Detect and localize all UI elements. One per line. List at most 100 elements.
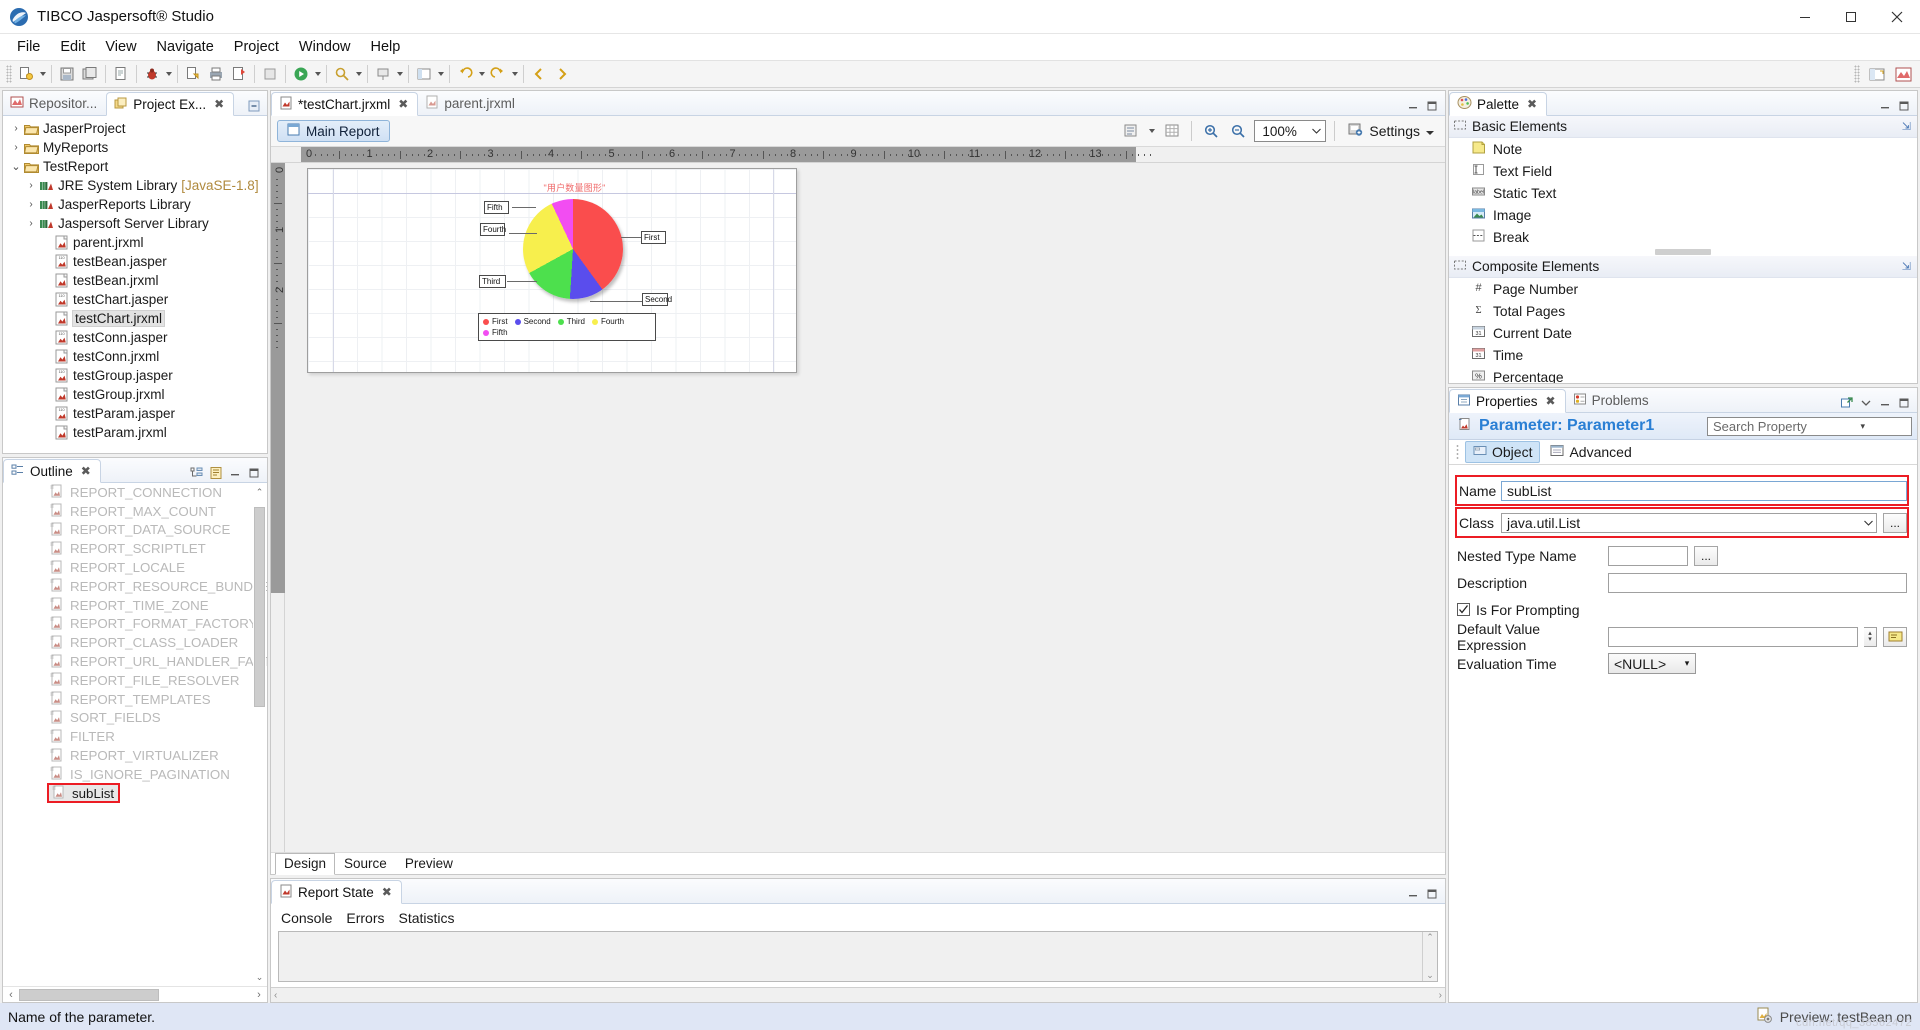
default-value-input[interactable] — [1608, 626, 1858, 647]
tabs-grip[interactable] — [1456, 444, 1459, 460]
tree-item-jaspersoft-server-library[interactable]: › Jaspersoft Server Library — [3, 214, 267, 233]
tab-parent-jrxml[interactable]: parent.jrxml — [418, 91, 524, 115]
palette-item-text-field[interactable]: Text Field — [1449, 160, 1917, 182]
tree-item-testgroup-jrxml[interactable]: testGroup.jrxml — [3, 385, 267, 404]
perspective-dropdown-caret[interactable] — [436, 63, 445, 85]
expand-arrow-icon[interactable]: ⌄ — [9, 160, 23, 173]
subtab-console[interactable]: Console — [281, 910, 332, 926]
outline-item-report_class_loader[interactable]: REPORT_CLASS_LOADER — [3, 633, 267, 652]
toolbar-grip[interactable] — [6, 65, 12, 83]
outline-item-report_file_resolver[interactable]: REPORT_FILE_RESOLVER — [3, 671, 267, 690]
chevron-down-icon[interactable]: ▾ — [1810, 421, 1912, 432]
outline-item-report_format_factory[interactable]: REPORT_FORMAT_FACTORY — [3, 615, 267, 634]
search-dropdown-caret[interactable] — [354, 63, 363, 85]
close-button[interactable] — [1874, 0, 1920, 34]
tree-item-testconn-jrxml[interactable]: testConn.jrxml — [3, 347, 267, 366]
scroll-left-icon[interactable]: ‹ — [274, 990, 277, 1001]
close-icon[interactable]: ✖ — [81, 464, 91, 478]
close-icon[interactable]: ✖ — [1527, 97, 1537, 111]
new-dropdown-caret[interactable] — [38, 63, 47, 85]
scroll-left-icon[interactable]: ‹ — [3, 989, 19, 1001]
maximize-icon[interactable] — [1424, 886, 1440, 901]
console-vertical-scrollbar[interactable]: ⌃ ⌄ — [1422, 932, 1437, 981]
tree-item-testbean-jasper[interactable]: 110 testBean.jasper — [3, 252, 267, 271]
tab-report-state[interactable]: Report State ✖ — [271, 880, 402, 904]
subtab-errors[interactable]: Errors — [346, 910, 384, 926]
outline-item-report_data_source[interactable]: REPORT_DATA_SOURCE — [3, 521, 267, 540]
tab-object[interactable]: Object — [1465, 441, 1541, 463]
minimize-icon[interactable] — [1877, 395, 1893, 410]
default-value-expression-editor-button[interactable] — [1883, 626, 1907, 647]
palette-item-time[interactable]: 31 Time — [1449, 344, 1917, 366]
outline-item-report_max_count[interactable]: REPORT_MAX_COUNT — [3, 502, 267, 521]
grid-icon[interactable] — [1161, 120, 1183, 142]
scroll-down-icon[interactable]: ⌄ — [253, 970, 266, 984]
redo-icon[interactable] — [487, 63, 509, 85]
palette-item-total-pages[interactable]: Σ Total Pages — [1449, 300, 1917, 322]
perspective-icon[interactable] — [413, 63, 435, 85]
class-combobox[interactable]: java.util.List — [1501, 512, 1877, 533]
maximize-icon[interactable] — [246, 465, 262, 480]
palette-item-note[interactable]: Note — [1449, 138, 1917, 160]
pin-dropdown-caret[interactable] — [395, 63, 404, 85]
tree-item-testparam-jasper[interactable]: 110 testParam.jasper — [3, 404, 267, 423]
outline-item-sort_fields[interactable]: SORT_FIELDS — [3, 709, 267, 728]
toolbar-right-grip[interactable] — [1854, 65, 1860, 83]
palette-body[interactable]: Basic Elements ⇲ Note Text Field label S… — [1449, 116, 1917, 383]
chevron-down-icon[interactable] — [1860, 520, 1876, 526]
forward-nav-icon[interactable] — [551, 63, 573, 85]
menu-project[interactable]: Project — [225, 36, 288, 58]
minimize-icon[interactable] — [1877, 98, 1893, 113]
evaluation-time-combobox[interactable]: <NULL> ▾ — [1608, 653, 1696, 674]
search-property-field[interactable]: Search Property ▾ — [1707, 416, 1912, 436]
close-icon[interactable]: ✖ — [1546, 394, 1556, 408]
tab-source[interactable]: Source — [335, 853, 396, 874]
tree-item-myreports[interactable]: › MyReports — [3, 138, 267, 157]
outline-item-report_scriptlet[interactable]: REPORT_SCRIPTLET — [3, 539, 267, 558]
palette-item-image[interactable]: Image — [1449, 204, 1917, 226]
close-icon[interactable]: ✖ — [398, 97, 408, 111]
tree-item-testbean-jrxml[interactable]: testBean.jrxml — [3, 271, 267, 290]
redo-dropdown-caret[interactable] — [510, 63, 519, 85]
hscroll-track[interactable] — [19, 988, 251, 1001]
stop-icon[interactable] — [259, 63, 281, 85]
outline-item-report_time_zone[interactable]: REPORT_TIME_ZONE — [3, 596, 267, 615]
main-report-button[interactable]: Main Report — [277, 120, 390, 142]
maximize-button[interactable] — [1828, 0, 1874, 34]
outline-item-filter[interactable]: FILTER — [3, 727, 267, 746]
menu-edit[interactable]: Edit — [51, 36, 94, 58]
outline-horizontal-scrollbar[interactable]: ‹ › — [3, 986, 267, 1002]
console-output-area[interactable]: ⌃ ⌄ — [278, 931, 1438, 982]
palette-item-percentage[interactable]: % Percentage — [1449, 366, 1917, 383]
close-icon[interactable]: ✖ — [214, 97, 224, 111]
debug-dropdown-caret[interactable] — [164, 63, 173, 85]
outline-item-report_virtualizer[interactable]: REPORT_VIRTUALIZER — [3, 746, 267, 765]
report-page[interactable]: "用户数量图形" Fifth Fourth Third First Second… — [307, 168, 797, 373]
chevron-down-icon[interactable]: ▾ — [1679, 658, 1695, 669]
palette-item-current-date[interactable]: 31 Current Date — [1449, 322, 1917, 344]
subtab-statistics[interactable]: Statistics — [399, 910, 455, 926]
tab-palette[interactable]: Palette ✖ — [1449, 92, 1548, 116]
palette-item-static-text[interactable]: label Static Text — [1449, 182, 1917, 204]
back-nav-icon[interactable] — [528, 63, 550, 85]
tab-repository[interactable]: Repositor... — [3, 91, 106, 115]
tab-project-explorer[interactable]: Project Ex... ✖ — [106, 92, 235, 116]
scroll-down-icon[interactable]: ⌄ — [1426, 970, 1434, 981]
tree-view-icon[interactable] — [189, 465, 205, 480]
tree-item-parent-jrxml[interactable]: parent.jrxml — [3, 233, 267, 252]
maximize-icon[interactable] — [1896, 395, 1912, 410]
pie-chart-element[interactable]: "用户数量图形" Fifth Fourth Third First Second… — [478, 181, 672, 357]
minimize-icon[interactable] — [1405, 98, 1421, 113]
tab-advanced[interactable]: Advanced — [1543, 442, 1638, 462]
report-outline-caret[interactable] — [1147, 120, 1156, 142]
undo-dropdown-caret[interactable] — [477, 63, 486, 85]
settings-button[interactable]: Settings — [1343, 119, 1439, 143]
expand-icon[interactable]: ⇲ — [1902, 120, 1911, 133]
tab-design[interactable]: Design — [275, 853, 336, 875]
menu-window[interactable]: Window — [290, 36, 360, 58]
tab-problems[interactable]: Problems — [1566, 388, 1658, 412]
expand-icon[interactable]: ⇲ — [1902, 260, 1911, 273]
default-value-spinner[interactable]: ▴ ▾ — [1864, 626, 1877, 647]
export-icon[interactable] — [228, 63, 250, 85]
chevron-down-icon[interactable] — [1425, 123, 1435, 139]
